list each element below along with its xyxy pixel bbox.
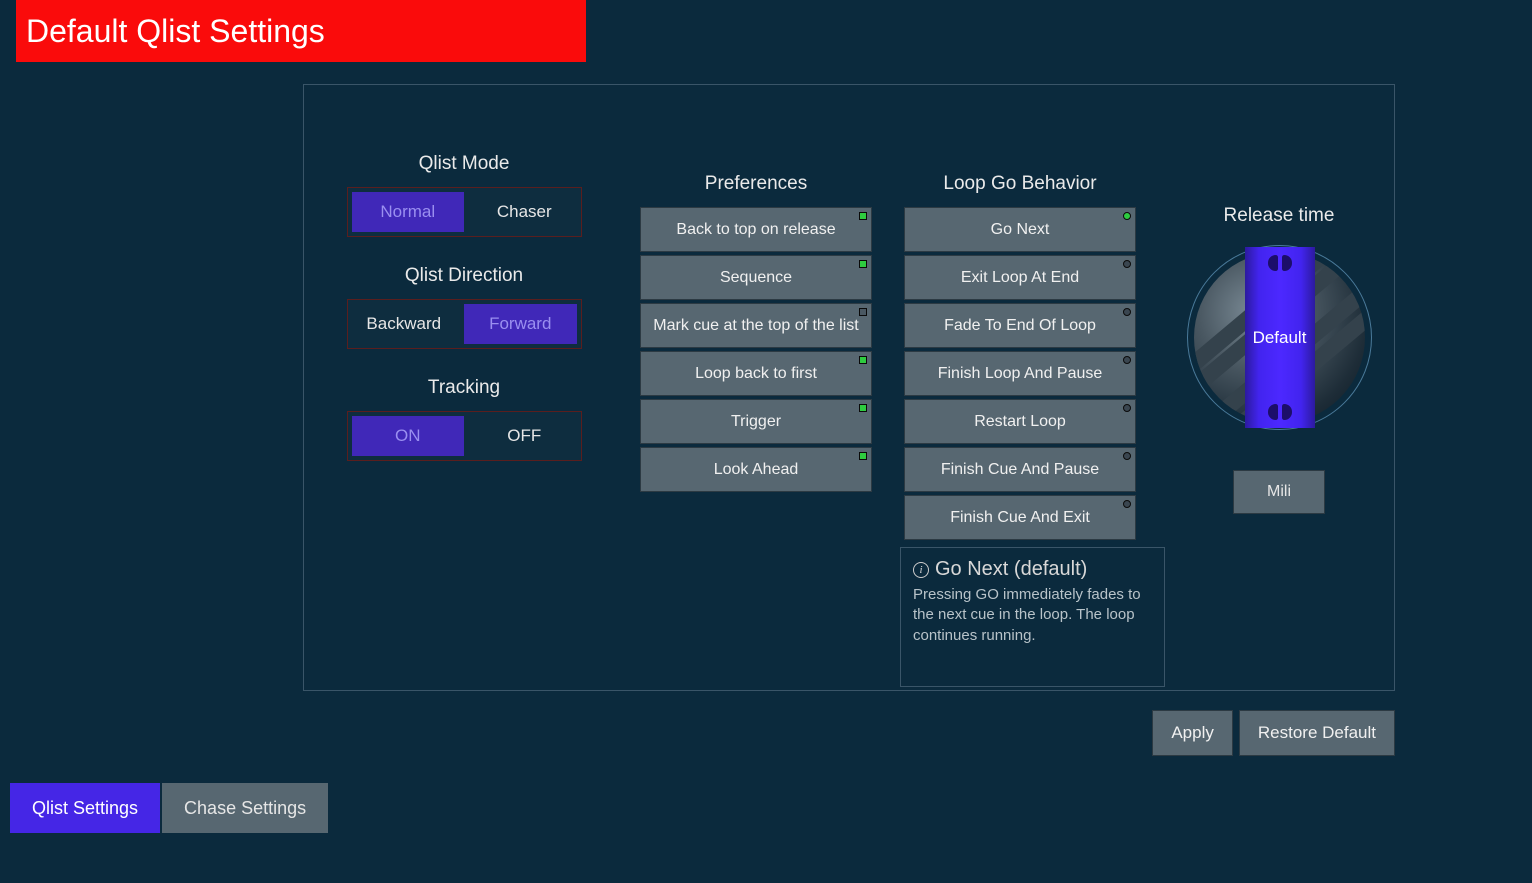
tracking-on[interactable]: ON — [352, 416, 465, 456]
radio-off-icon — [1123, 260, 1131, 268]
qlist-mode-normal[interactable]: Normal — [352, 192, 465, 232]
loop-go-list: Go Next Exit Loop At End Fade To End Of … — [904, 207, 1136, 540]
radio-off-icon — [1123, 356, 1131, 364]
grip-icon — [1268, 404, 1278, 420]
checkbox-off-icon — [859, 308, 867, 316]
loop-go-column: Loop Go Behavior Go Next Exit Loop At En… — [904, 173, 1136, 540]
loop-go-label: Loop Go Behavior — [943, 173, 1096, 195]
qlist-direction-label: Qlist Direction — [405, 265, 523, 287]
tab-chase-settings[interactable]: Chase Settings — [162, 783, 328, 833]
pref-loop-back[interactable]: Loop back to first — [640, 351, 872, 396]
pref-trigger[interactable]: Trigger — [640, 399, 872, 444]
apply-button[interactable]: Apply — [1152, 710, 1233, 756]
loop-go-info: i Go Next (default) Pressing GO immediat… — [900, 547, 1165, 687]
qlist-direction-forward[interactable]: Forward — [464, 304, 577, 344]
pref-look-ahead[interactable]: Look Ahead — [640, 447, 872, 492]
tab-qlist-settings[interactable]: Qlist Settings — [10, 783, 160, 833]
page-title: Default Qlist Settings — [26, 13, 325, 50]
info-title-row: i Go Next (default) — [913, 558, 1152, 581]
release-time-label: Release time — [1224, 205, 1335, 227]
tracking-toggle: ON OFF — [347, 411, 582, 461]
toggles-column: Qlist Mode Normal Chaser Qlist Direction… — [344, 153, 584, 489]
release-time-column: Release time Default Mili — [1174, 205, 1384, 514]
pref-sequence[interactable]: Sequence — [640, 255, 872, 300]
restore-default-button[interactable]: Restore Default — [1239, 710, 1395, 756]
loopgo-cue-pause[interactable]: Finish Cue And Pause — [904, 447, 1136, 492]
radio-off-icon — [1123, 452, 1131, 460]
qlist-mode-toggle: Normal Chaser — [347, 187, 582, 237]
pref-mark-cue[interactable]: Mark cue at the top of the list — [640, 303, 872, 348]
checkbox-on-icon — [859, 212, 867, 220]
loopgo-exit-loop[interactable]: Exit Loop At End — [904, 255, 1136, 300]
radio-on-icon — [1123, 212, 1131, 220]
loopgo-restart[interactable]: Restart Loop — [904, 399, 1136, 444]
preferences-column: Preferences Back to top on release Seque… — [640, 173, 872, 492]
checkbox-on-icon — [859, 452, 867, 460]
info-body: Pressing GO immediately fades to the nex… — [913, 585, 1152, 646]
checkbox-on-icon — [859, 404, 867, 412]
preferences-label: Preferences — [705, 173, 807, 195]
loopgo-fade-end[interactable]: Fade To End Of Loop — [904, 303, 1136, 348]
grip-icon — [1268, 255, 1278, 271]
tracking-label: Tracking — [428, 377, 500, 399]
settings-panel: Qlist Mode Normal Chaser Qlist Direction… — [303, 84, 1395, 691]
grip-icon — [1282, 255, 1292, 271]
release-time-unit-button[interactable]: Mili — [1233, 470, 1325, 514]
preferences-list: Back to top on release Sequence Mark cue… — [640, 207, 872, 492]
checkbox-on-icon — [859, 260, 867, 268]
radio-off-icon — [1123, 500, 1131, 508]
info-title: Go Next (default) — [935, 558, 1087, 581]
checkbox-on-icon — [859, 356, 867, 364]
qlist-mode-chaser[interactable]: Chaser — [468, 188, 581, 236]
bottom-tabs: Qlist Settings Chase Settings — [10, 783, 328, 833]
release-time-value: Default — [1253, 328, 1307, 348]
qlist-direction-backward[interactable]: Backward — [348, 300, 461, 348]
info-icon: i — [913, 562, 929, 578]
loopgo-cue-exit[interactable]: Finish Cue And Exit — [904, 495, 1136, 540]
page-title-bar: Default Qlist Settings — [16, 0, 586, 62]
radio-off-icon — [1123, 308, 1131, 316]
action-row: Apply Restore Default — [1152, 710, 1395, 756]
radio-off-icon — [1123, 404, 1131, 412]
loopgo-finish-pause[interactable]: Finish Loop And Pause — [904, 351, 1136, 396]
pref-back-to-top[interactable]: Back to top on release — [640, 207, 872, 252]
dial-bar[interactable]: Default — [1245, 247, 1315, 428]
release-time-dial[interactable]: Default — [1187, 245, 1372, 430]
tracking-off[interactable]: OFF — [468, 412, 581, 460]
qlist-direction-toggle: Backward Forward — [347, 299, 582, 349]
grip-icon — [1282, 404, 1292, 420]
loopgo-go-next[interactable]: Go Next — [904, 207, 1136, 252]
qlist-mode-label: Qlist Mode — [419, 153, 510, 175]
